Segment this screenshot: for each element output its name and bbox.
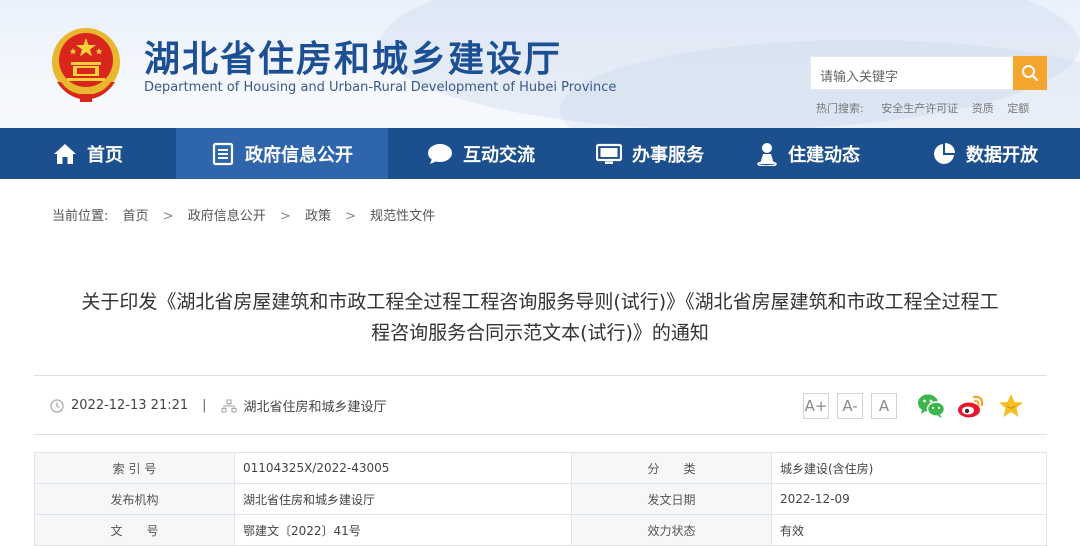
breadcrumb-separator: > xyxy=(345,209,356,224)
article-title-line: 程咨询服务合同示范文本(试行)》的通知 xyxy=(371,322,709,344)
nav-item-label: 住建动态 xyxy=(788,144,860,166)
info-key: 文 号 xyxy=(34,514,235,546)
nav-item-home[interactable]: 首页 xyxy=(0,128,176,179)
info-value: 01104325X/2022-43005 xyxy=(234,452,572,484)
breadcrumb-item[interactable]: 首页 xyxy=(123,209,149,224)
nav-item-interaction[interactable]: 互动交流 xyxy=(388,128,574,179)
share-bar xyxy=(916,391,1036,421)
font-increase-button[interactable]: A+ xyxy=(803,393,829,419)
search-input[interactable]: 请输入关键字 xyxy=(810,56,1014,90)
wechat-icon xyxy=(918,394,946,418)
hot-search-label: 热门搜索: xyxy=(816,102,864,115)
document-info-table: 索 引 号 01104325X/2022-43005 分 类 城乡建设(含住房)… xyxy=(34,452,1047,546)
divider xyxy=(34,375,1047,376)
info-key: 分 类 xyxy=(571,452,772,484)
info-value: 鄂建文〔2022〕41号 xyxy=(234,514,572,546)
info-value: 有效 xyxy=(771,514,1047,546)
article-meta: 2022-12-13 21:21 | 湖北省住房和城乡建设厅 xyxy=(50,396,387,415)
site-title: 湖北省住房和城乡建设厅 xyxy=(144,38,563,80)
divider xyxy=(34,434,1047,435)
favorite-button[interactable] xyxy=(996,391,1026,421)
font-default-button[interactable]: A xyxy=(871,393,897,419)
article-title-line: 关于印发《湖北省房屋建筑和市政工程全过程工程咨询服务导则(试行)》《湖北省房屋建… xyxy=(81,291,999,313)
info-key: 发布机构 xyxy=(34,483,235,515)
breadcrumb-item[interactable]: 规范性文件 xyxy=(370,209,435,224)
search-icon xyxy=(1022,65,1039,82)
table-row: 索 引 号 01104325X/2022-43005 分 类 城乡建设(含住房) xyxy=(34,452,1047,484)
person-pin-icon xyxy=(757,142,777,166)
hot-search: 热门搜索: 安全生产许可证 资质 定额 xyxy=(816,100,1039,116)
hot-search-term[interactable]: 资质 xyxy=(972,102,994,115)
weibo-icon xyxy=(958,395,984,418)
meta-divider: | xyxy=(202,398,207,413)
info-key: 发文日期 xyxy=(571,483,772,515)
site-header: 湖北省住房和城乡建设厅 Department of Housing and Ur… xyxy=(0,0,1080,128)
national-emblem-icon xyxy=(52,28,120,102)
info-value: 湖北省住房和城乡建设厅 xyxy=(234,483,572,515)
nav-item-services[interactable]: 办事服务 xyxy=(574,128,726,179)
monitor-icon xyxy=(596,143,622,164)
breadcrumb: 当前位置: 首页 > 政府信息公开 > 政策 > 规范性文件 xyxy=(52,205,445,224)
main-nav: 首页 政府信息公开 互动交流 办事服务 住建动态 数据开放 xyxy=(0,128,1080,179)
nav-item-gov-info[interactable]: 政府信息公开 xyxy=(176,128,388,179)
nav-item-label: 办事服务 xyxy=(632,144,704,166)
nav-item-label: 首页 xyxy=(87,144,123,166)
nav-item-label: 互动交流 xyxy=(463,144,535,166)
table-row: 发布机构 湖北省住房和城乡建设厅 发文日期 2022-12-09 xyxy=(34,483,1047,515)
info-key: 索 引 号 xyxy=(34,452,235,484)
pie-chart-icon xyxy=(934,142,955,164)
home-icon xyxy=(54,143,76,164)
publish-datetime: 2022-12-13 21:21 xyxy=(71,398,189,413)
breadcrumb-label: 当前位置: xyxy=(52,209,109,224)
nav-item-open-data[interactable]: 数据开放 xyxy=(890,128,1080,179)
nav-item-label: 数据开放 xyxy=(966,144,1038,166)
breadcrumb-separator: > xyxy=(162,209,174,224)
breadcrumb-item[interactable]: 政策 xyxy=(305,209,331,224)
favorite-star-icon xyxy=(999,394,1023,417)
info-value: 2022-12-09 xyxy=(771,483,1047,515)
hot-search-term[interactable]: 定额 xyxy=(1007,102,1029,115)
publish-source: 湖北省住房和城乡建设厅 xyxy=(243,400,387,415)
weibo-share-button[interactable] xyxy=(956,391,986,421)
site-subtitle: Department of Housing and Urban-Rural De… xyxy=(144,80,617,95)
wechat-share-button[interactable] xyxy=(916,391,946,421)
info-key: 效力状态 xyxy=(571,514,772,546)
chat-bubble-icon xyxy=(428,143,452,164)
nav-item-news[interactable]: 住建动态 xyxy=(726,128,890,179)
document-list-icon xyxy=(212,142,234,165)
table-row: 文 号 鄂建文〔2022〕41号 效力状态 有效 xyxy=(34,514,1047,546)
font-size-controls: A+ A- A xyxy=(803,393,905,419)
info-value: 城乡建设(含住房) xyxy=(771,452,1047,484)
article-title: 关于印发《湖北省房屋建筑和市政工程全过程工程咨询服务导则(试行)》《湖北省房屋建… xyxy=(30,287,1050,349)
breadcrumb-item[interactable]: 政府信息公开 xyxy=(188,209,266,224)
font-decrease-button[interactable]: A- xyxy=(837,393,863,419)
organization-icon xyxy=(220,398,237,413)
search-button[interactable] xyxy=(1013,56,1047,90)
hot-search-term[interactable]: 安全生产许可证 xyxy=(881,102,958,115)
clock-icon xyxy=(50,398,64,413)
nav-item-label: 政府信息公开 xyxy=(245,144,353,166)
breadcrumb-separator: > xyxy=(279,209,291,224)
